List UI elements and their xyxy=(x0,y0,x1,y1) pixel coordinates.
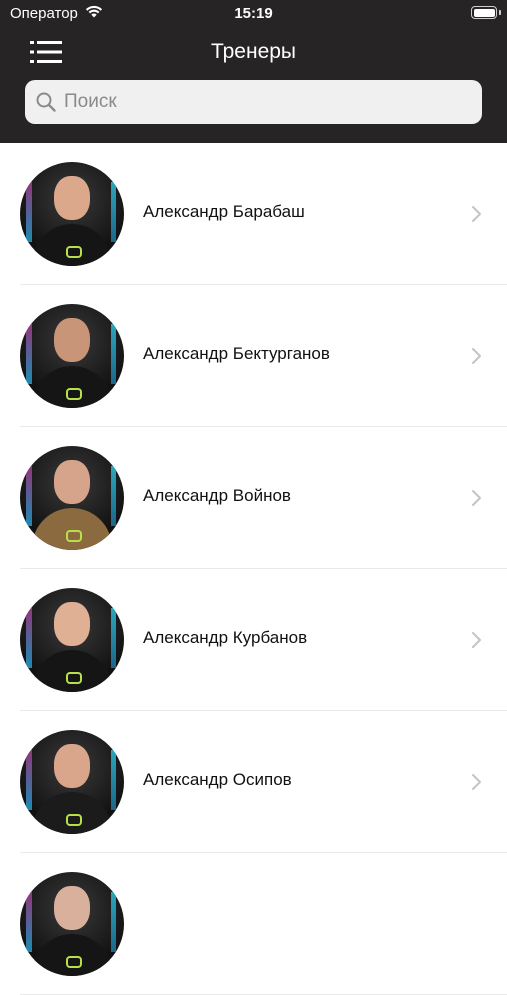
status-bar: Оператор 15:19 xyxy=(0,0,507,28)
trainer-avatar xyxy=(20,588,124,692)
navigation-header: Оператор 15:19 Тренеры xyxy=(0,0,507,143)
trainer-avatar xyxy=(20,872,124,976)
page-title: Тренеры xyxy=(210,40,297,63)
search-bar[interactable] xyxy=(25,80,482,124)
trainer-list-item[interactable] xyxy=(0,853,507,995)
trainer-name: Александр Барабаш xyxy=(143,202,305,221)
chevron-right-icon xyxy=(470,205,484,223)
trainer-name: Александр Осипов xyxy=(143,770,292,789)
battery-icon xyxy=(471,6,497,19)
trainer-avatar xyxy=(20,162,124,266)
trainer-name: Александр Бектурганов xyxy=(143,344,330,363)
battery-cap xyxy=(499,10,501,15)
trainer-list-item[interactable]: Александр Курбанов xyxy=(0,569,507,711)
trainer-list-item[interactable]: Александр Войнов xyxy=(0,427,507,569)
status-time: 15:19 xyxy=(234,5,273,22)
trainer-list-item[interactable]: Александр Барабаш xyxy=(0,143,507,285)
search-icon xyxy=(35,91,57,113)
chevron-right-icon xyxy=(470,347,484,365)
trainer-avatar xyxy=(20,446,124,550)
trainer-avatar xyxy=(20,730,124,834)
chevron-right-icon xyxy=(470,489,484,507)
chevron-right-icon xyxy=(470,631,484,649)
trainer-list-item[interactable]: Александр Бектурганов xyxy=(0,285,507,427)
search-input[interactable] xyxy=(62,90,466,114)
trainer-name: Александр Войнов xyxy=(143,486,291,505)
trainer-list-item[interactable]: Александр Осипов xyxy=(0,711,507,853)
trainer-avatar xyxy=(20,304,124,408)
chevron-right-icon xyxy=(470,773,484,791)
trainer-list: Александр Барабаш Александр Бектурганов Ал… xyxy=(0,143,507,995)
trainer-name: Александр Курбанов xyxy=(143,628,308,647)
